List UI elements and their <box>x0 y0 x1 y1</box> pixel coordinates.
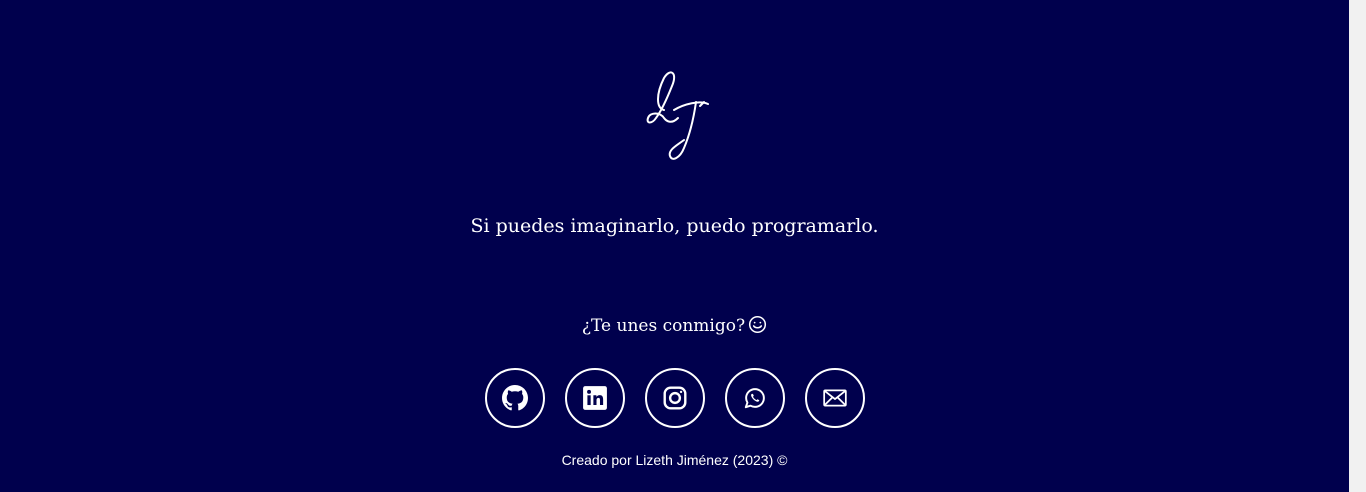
whatsapp-link[interactable] <box>725 368 785 428</box>
footer: Si puedes imaginarlo, puedo programarlo.… <box>0 0 1349 492</box>
lj-logo[interactable] <box>634 64 716 170</box>
instagram-icon <box>662 385 688 411</box>
tagline: Si puedes imaginarlo, puedo programarlo. <box>470 215 879 237</box>
scrollbar-track[interactable] <box>1349 0 1366 492</box>
whatsapp-icon <box>742 385 768 411</box>
smile-icon <box>748 315 767 334</box>
copyright-credit: Creado por Lizeth Jiménez (2023) © <box>561 452 788 468</box>
envelope-icon <box>822 385 848 411</box>
linkedin-link[interactable] <box>565 368 625 428</box>
github-link[interactable] <box>485 368 545 428</box>
instagram-link[interactable] <box>645 368 705 428</box>
social-links <box>485 368 865 428</box>
linkedin-icon <box>582 385 608 411</box>
email-link[interactable] <box>805 368 865 428</box>
github-icon <box>502 385 528 411</box>
join-text: ¿Te unes conmigo? <box>581 316 746 336</box>
join-prompt: ¿Te unes conmigo? <box>0 312 1349 340</box>
